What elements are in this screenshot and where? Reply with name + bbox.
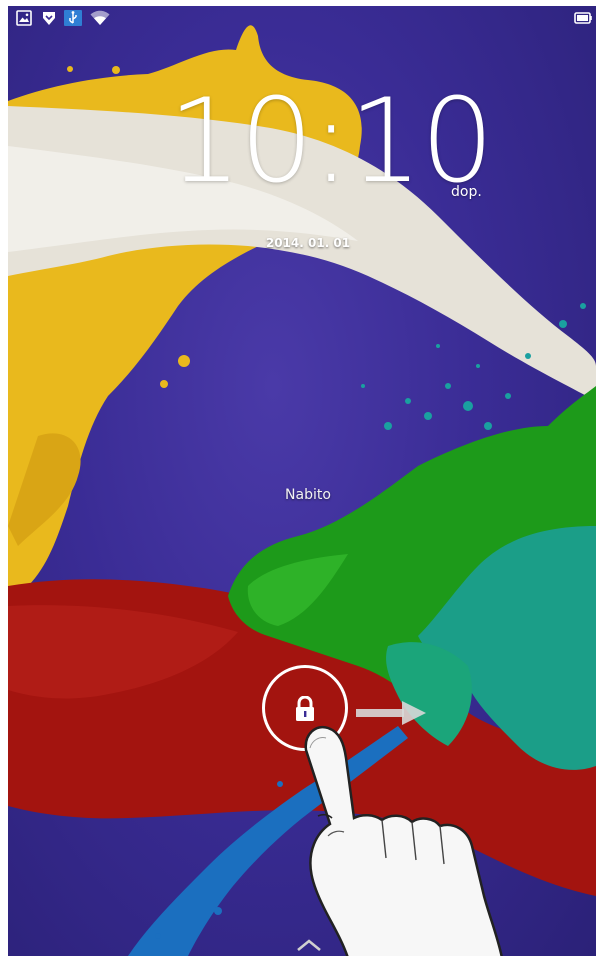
image-notification-icon [16, 10, 32, 26]
clock-ampm: dop. [451, 184, 482, 200]
clock-time: 10:10 [168, 74, 494, 209]
swipe-up-chevron-icon[interactable] [296, 938, 322, 952]
owner-info: Nabito [285, 487, 331, 503]
status-bar [8, 6, 596, 32]
battery-icon [574, 12, 592, 24]
lock-screen: 10:10 dop. 2014. 01. 01 Nabito [8, 6, 596, 956]
shield-notification-icon [43, 12, 55, 25]
hand-gesture-icon [304, 725, 503, 956]
lockscreen-date: 2014. 01. 01 [265, 236, 351, 250]
wifi-icon [90, 10, 110, 25]
usb-debugging-icon [64, 10, 82, 26]
